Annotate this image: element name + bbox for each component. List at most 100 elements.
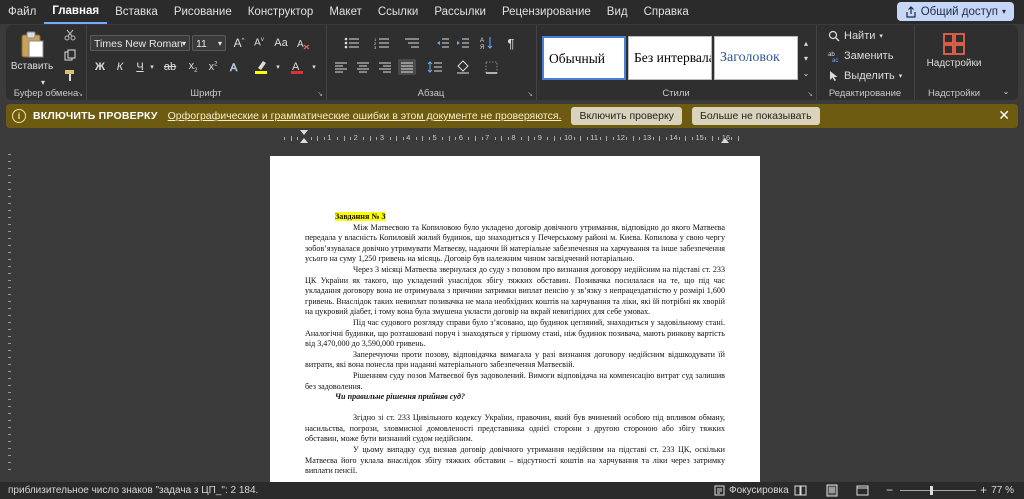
menu-layout[interactable]: Макет <box>321 0 370 24</box>
menu-mailings[interactable]: Рассылки <box>426 0 494 24</box>
copy-button[interactable] <box>62 47 78 63</box>
enable-proofing-button[interactable]: Включить проверку <box>571 107 682 125</box>
share-button[interactable]: Общий доступ ▾ <box>896 2 1014 21</box>
font-color-button[interactable]: A <box>286 59 308 75</box>
align-left-button[interactable] <box>332 59 350 75</box>
align-center-button[interactable] <box>354 59 372 75</box>
grow-font-button[interactable]: A^ <box>230 35 248 51</box>
dont-show-again-button[interactable]: Больше не показывать <box>691 107 820 125</box>
clipboard-launcher-icon[interactable]: ↘ <box>77 90 83 98</box>
highlight-dropdown[interactable]: ▾ <box>274 61 282 73</box>
italic-icon: К <box>116 61 124 73</box>
menu-references[interactable]: Ссылки <box>370 0 427 24</box>
addins-button[interactable]: Надстройки <box>918 29 990 73</box>
font-size-combo[interactable]: 11 ▾ <box>192 35 226 51</box>
print-layout-icon[interactable] <box>826 484 838 497</box>
text-effects-button[interactable]: A <box>226 59 246 75</box>
underline-dropdown[interactable]: ▾ <box>148 61 156 73</box>
align-right-button[interactable] <box>376 59 394 75</box>
left-indent-marker[interactable] <box>300 138 308 144</box>
document-page[interactable]: Завдання № 3 Між Матвеєвою та Копиловою … <box>270 156 760 486</box>
highlight-button[interactable] <box>250 59 272 75</box>
addins-grid-icon <box>943 33 965 55</box>
shrink-font-button[interactable]: Av <box>250 35 268 51</box>
menu-insert[interactable]: Вставка <box>107 0 166 24</box>
cut-button[interactable] <box>62 27 78 43</box>
ruler-tick <box>553 136 555 141</box>
paste-dropdown[interactable]: ▾ <box>36 77 50 87</box>
styles-scroll-down[interactable]: ▾ <box>800 51 812 65</box>
zoom-out-button[interactable]: − <box>886 483 893 497</box>
strikethrough-button[interactable]: ab <box>160 59 180 75</box>
menu-home[interactable]: Главная <box>44 0 108 24</box>
focus-mode-button[interactable]: Фокусировка <box>714 485 789 496</box>
first-line-indent-marker[interactable] <box>300 130 308 136</box>
horizontal-ruler[interactable]: 1 2 3 4 5 6 7 8 9 10 11 12 13 14 15 16 <box>270 130 760 144</box>
ruler-number: 14 <box>669 133 678 142</box>
clipboard-icon <box>21 31 44 57</box>
subscript-button[interactable]: x2 <box>184 59 202 75</box>
justify-button[interactable] <box>398 59 416 75</box>
zoom-level[interactable]: 77 % <box>991 485 1014 496</box>
chevron-up-icon: ▴ <box>803 38 808 48</box>
styles-more[interactable]: ⌄ <box>800 66 812 80</box>
document-body[interactable]: Завдання № 3 Між Матвеєвою та Копиловою … <box>305 212 725 477</box>
clear-formatting-icon: A <box>297 39 309 50</box>
shading-button[interactable] <box>452 59 474 75</box>
menu-view[interactable]: Вид <box>599 0 636 24</box>
format-painter-button[interactable] <box>62 67 78 83</box>
replace-button[interactable]: ab ac Заменить <box>828 48 908 64</box>
zoom-in-button[interactable]: + <box>980 483 987 497</box>
ruler-tick <box>8 196 11 197</box>
menu-design[interactable]: Конструктор <box>240 0 322 24</box>
style-normal[interactable]: Обычный <box>542 36 626 80</box>
menu-review[interactable]: Рецензирование <box>494 0 599 24</box>
font-color-dropdown[interactable]: ▾ <box>310 61 318 73</box>
sort-button[interactable]: AЯ <box>478 35 496 51</box>
show-marks-button[interactable]: ¶ <box>502 35 520 51</box>
underline-button[interactable]: Ч <box>132 59 148 75</box>
find-button[interactable]: Найти ▾ <box>828 28 908 44</box>
font-launcher-icon[interactable]: ↘ <box>317 90 323 98</box>
paragraph-launcher-icon[interactable]: ↘ <box>527 90 533 98</box>
menu-help[interactable]: Справка <box>636 0 697 24</box>
borders-button[interactable] <box>480 59 502 75</box>
style-no-spacing[interactable]: Без интервала <box>628 36 712 80</box>
vertical-ruler[interactable] <box>5 150 13 480</box>
styles-scroll-up[interactable]: ▴ <box>800 36 812 50</box>
ruler-tick <box>527 136 529 141</box>
web-layout-icon[interactable] <box>856 485 869 496</box>
style-heading[interactable]: Заголовок <box>714 36 798 80</box>
close-icon[interactable]: ✕ <box>998 107 1010 124</box>
bullets-button[interactable] <box>340 35 364 51</box>
ruler-tick <box>336 137 338 140</box>
clear-formatting-button[interactable]: A <box>294 35 312 51</box>
ruler-tick <box>8 259 11 260</box>
line-spacing-button[interactable] <box>424 59 446 75</box>
change-case-button[interactable]: Aa <box>272 35 290 51</box>
read-mode-icon[interactable] <box>794 485 807 496</box>
paragraph-2: Через 3 місяці Матвеєва звернулася до су… <box>305 264 725 317</box>
paste-button[interactable]: Вставить <box>11 29 53 73</box>
italic-button[interactable]: К <box>112 59 128 75</box>
increase-indent-button[interactable] <box>454 35 472 51</box>
ruler-tick <box>678 137 680 140</box>
zoom-slider[interactable] <box>900 486 976 495</box>
word-count-status[interactable]: приблизительное число знаков "задача з Ц… <box>8 485 258 496</box>
menu-draw[interactable]: Рисование <box>166 0 240 24</box>
multilevel-list-button[interactable] <box>400 35 424 51</box>
multilevel-list-icon <box>405 38 419 48</box>
infobar-message[interactable]: Орфографические и грамматические ошибки … <box>168 110 562 122</box>
decrease-indent-button[interactable] <box>434 35 452 51</box>
zoom-slider-thumb[interactable] <box>930 486 933 495</box>
styles-group: Обычный Без интервала Заголовок ▴ ▾ ⌄ Ст… <box>536 25 817 100</box>
editing-group-label: Редактирование <box>828 88 902 99</box>
collapse-ribbon-button[interactable]: ⌄ <box>1000 85 1012 97</box>
numbering-button[interactable]: 123 <box>370 35 394 51</box>
superscript-button[interactable]: x2 <box>204 59 222 75</box>
font-name-combo[interactable]: Times New Roman ▾ <box>90 35 190 51</box>
select-button[interactable]: Выделить ▾ <box>828 68 908 84</box>
menu-file[interactable]: Файл <box>0 0 44 24</box>
styles-launcher-icon[interactable]: ↘ <box>807 90 813 98</box>
bold-button[interactable]: Ж <box>92 59 108 75</box>
